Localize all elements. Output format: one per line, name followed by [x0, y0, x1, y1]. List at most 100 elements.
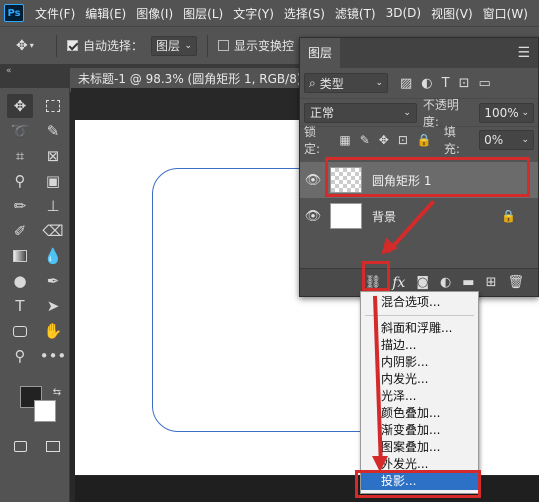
opacity-field[interactable]: 100% ⌄ [479, 102, 534, 123]
brush-tool-icon[interactable]: ✏ [7, 194, 33, 218]
menu-layer[interactable]: 图层(L) [178, 5, 228, 22]
gradient-tool-icon[interactable] [7, 244, 33, 268]
adjustment-filter-icon[interactable]: ◐ [421, 76, 432, 91]
blur-tool-icon[interactable]: 💧 [40, 244, 66, 268]
layers-tab[interactable]: 图层 [300, 38, 341, 68]
crop-tool-icon[interactable]: ⌗ [7, 144, 33, 168]
layer-filter-dropdown[interactable]: ⌕ 类型 ⌄ [304, 73, 388, 93]
lock-icons: ▦ ✎ ✥ ⊡ 🔒 [339, 133, 431, 147]
fill-field[interactable]: 0% ⌄ [479, 129, 535, 150]
opacity-value: 100% [484, 105, 519, 120]
history-brush-tool-icon[interactable]: ✐ [7, 219, 33, 243]
menu-select[interactable]: 选择(S) [279, 5, 330, 22]
add-mask-icon[interactable]: ◙ [416, 275, 429, 290]
zoom-tool-icon[interactable]: ⚲ [7, 344, 33, 368]
pixel-filter-icon[interactable]: ▨ [400, 76, 412, 91]
collapse-icon[interactable]: « [6, 66, 12, 76]
blend-mode-value: 正常 [310, 106, 335, 120]
path-select-tool-icon[interactable]: ➤ [40, 294, 66, 318]
blend-row: 正常 ⌄ 不透明度: 100% ⌄ [300, 98, 538, 129]
lasso-tool-icon[interactable]: ➰ [7, 119, 33, 143]
quick-select-tool-icon[interactable]: ✎ [40, 119, 66, 143]
move-icon: ✥ [16, 37, 28, 54]
eraser-tool-icon[interactable]: ⌫ [40, 219, 66, 243]
eye-icon[interactable]: 👁 [300, 209, 326, 224]
new-layer-icon[interactable]: ⊞ [486, 275, 497, 290]
move-tool-preset[interactable]: ✥ ▾ [16, 38, 46, 54]
chevron-down-icon: ⌄ [403, 107, 411, 118]
menu-bar: Ps 文件(F) 编辑(E) 图像(I) 图层(L) 文字(Y) 选择(S) 滤… [0, 0, 539, 26]
eyedropper-tool-icon[interactable]: ⚲ [7, 169, 33, 193]
smart-object-filter-icon[interactable]: ▭ [479, 76, 491, 91]
annotation-box-drop-shadow [355, 470, 481, 498]
pen-tool-icon[interactable]: ✒ [40, 269, 66, 293]
frame-tool-icon[interactable]: ⊠ [40, 144, 66, 168]
add-layer-style-button[interactable]: fx [392, 275, 405, 291]
layers-panel-header: 图层 ☰ [300, 38, 538, 68]
auto-select-target-value: 图层 [156, 39, 181, 53]
blend-mode-dropdown[interactable]: 正常 ⌄ [304, 102, 417, 123]
layer-thumbnail [330, 203, 362, 229]
menu-item-blending-options[interactable]: 混合选项... [361, 294, 478, 311]
dodge-tool-icon[interactable]: ● [7, 269, 33, 293]
photoshop-logo: Ps [4, 4, 24, 22]
menu-edit[interactable]: 编辑(E) [80, 5, 131, 22]
show-transform-checkbox[interactable] [218, 40, 230, 51]
lock-pixels-icon[interactable]: ✎ [360, 133, 370, 147]
chevron-down-icon: ▾ [29, 41, 34, 50]
adjustment-layer-icon[interactable]: ◐ [440, 275, 451, 290]
screen-mode-icon[interactable] [40, 434, 66, 458]
layer-filter-row: ⌕ 类型 ⌄ ▨ ◐ T ⊡ ▭ [300, 68, 538, 98]
menu-image[interactable]: 图像(I) [131, 5, 178, 22]
tools-panel: ✥ ➰ ✎ ⌗ ⊠ ⚲ ▣ ✏ ⊥ ✐ ⌫ 💧 ● ✒ T ➤ ✋ ⚲ ••• … [0, 88, 70, 502]
panel-menu-icon[interactable]: ☰ [517, 45, 530, 61]
menu-file[interactable]: 文件(F) [30, 5, 80, 22]
chevron-down-icon: ⌄ [521, 107, 529, 118]
marquee-tool-icon[interactable] [40, 94, 66, 118]
auto-select-target-dropdown[interactable]: 图层 ⌄ [151, 35, 198, 56]
lock-artboard-icon[interactable]: ⊡ [398, 133, 408, 147]
annotation-box-fx [362, 261, 390, 291]
move-tool-icon[interactable]: ✥ [7, 94, 33, 118]
search-icon: ⌕ [309, 75, 316, 90]
quick-mask-icon[interactable] [7, 434, 33, 458]
lock-row: 锁定: ▦ ✎ ✥ ⊡ 🔒 填充: 0% ⌄ [300, 125, 538, 156]
menu-divider [365, 315, 474, 316]
show-transform-label: 显示变换控 [234, 39, 295, 53]
lock-all-icon[interactable]: 🔒 [417, 133, 432, 147]
lock-position-icon[interactable]: ✥ [379, 133, 389, 147]
menu-filter[interactable]: 滤镜(T) [330, 5, 381, 22]
stamp-tool-icon[interactable]: ⊥ [40, 194, 66, 218]
shape-filter-icon[interactable]: ⊡ [459, 76, 470, 91]
menu-view[interactable]: 视图(V) [426, 5, 478, 22]
chevron-down-icon: ⌄ [375, 78, 383, 88]
menu-item-bevel-emboss[interactable]: 斜面和浮雕... [361, 320, 478, 337]
divider [207, 34, 209, 57]
menu-3d[interactable]: 3D(D) [381, 6, 426, 20]
delete-layer-icon[interactable]: 🗑 [507, 275, 524, 290]
layer-name: 背景 [372, 209, 397, 224]
more-tools-icon[interactable]: ••• [40, 344, 67, 368]
shape-tool-icon[interactable] [7, 319, 33, 343]
menu-window[interactable]: 窗口(W) [478, 5, 533, 22]
divider [56, 34, 57, 57]
eye-icon[interactable]: 👁 [300, 173, 326, 188]
annotation-box-layer [325, 157, 530, 197]
chevron-down-icon: ⌄ [521, 134, 530, 145]
spot-heal-tool-icon[interactable]: ▣ [40, 169, 66, 193]
lock-icon: 🔒 [501, 209, 516, 223]
lock-transparent-icon[interactable]: ▦ [339, 133, 350, 147]
type-tool-icon[interactable]: T [7, 294, 33, 318]
new-group-icon[interactable]: ▬ [462, 275, 474, 290]
lock-label: 锁定: [304, 124, 321, 156]
auto-select-checkbox[interactable] [67, 40, 78, 51]
type-filter-icon[interactable]: T [442, 76, 450, 91]
filter-icons: ▨ ◐ T ⊡ ▭ [400, 76, 491, 91]
layer-filter-value: 类型 [319, 76, 344, 91]
hand-tool-icon[interactable]: ✋ [40, 319, 66, 343]
swap-colors-icon[interactable]: ⇆ [44, 380, 70, 404]
annotation-arrowhead [372, 456, 388, 472]
auto-select-label: 自动选择： [83, 39, 144, 53]
menu-type[interactable]: 文字(Y) [228, 5, 279, 22]
chevron-down-icon: ⌄ [184, 40, 193, 51]
